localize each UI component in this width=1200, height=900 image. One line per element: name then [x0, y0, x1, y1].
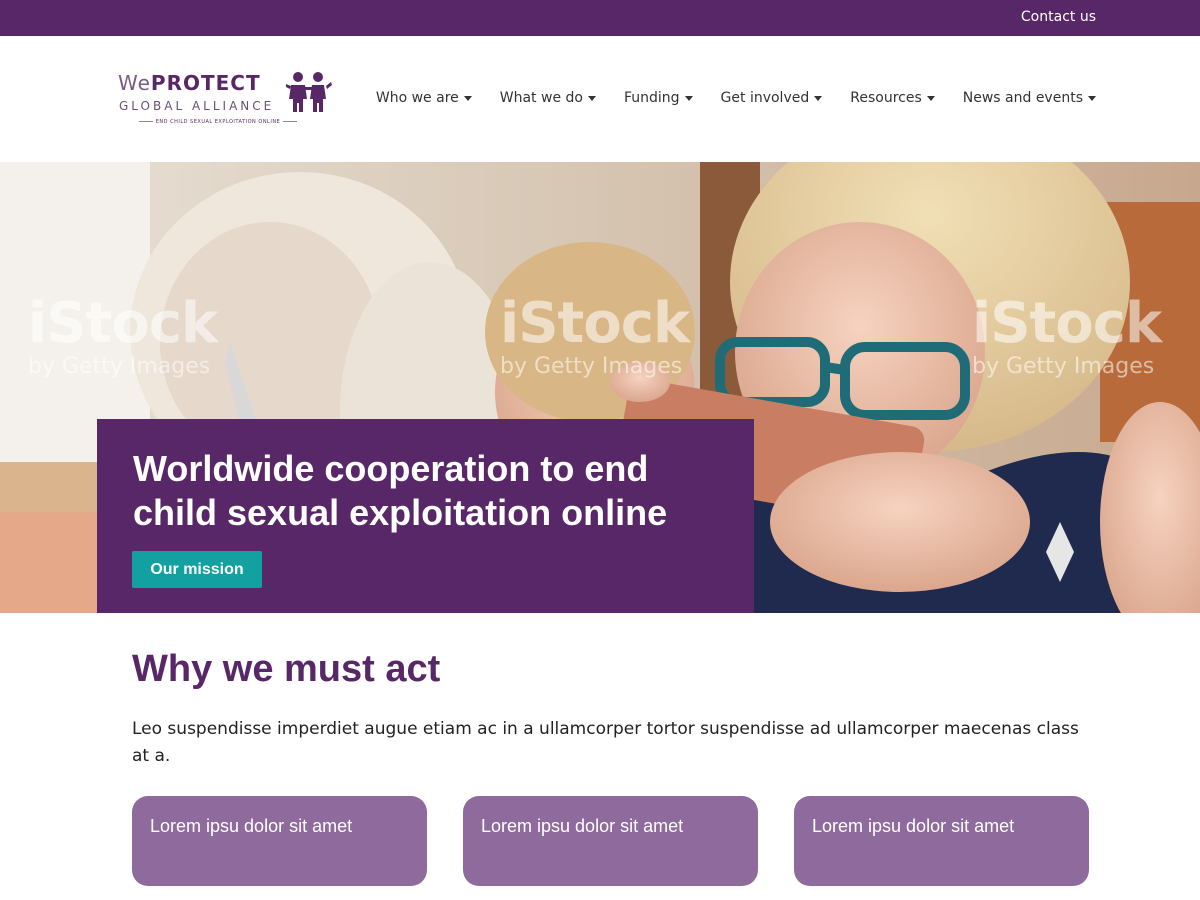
watermark-right: iStock by Getty Images	[972, 291, 1162, 380]
logo-protect: PROTECT	[150, 71, 261, 95]
nav-resources[interactable]: Resources	[850, 90, 935, 106]
top-bar: Contact us	[0, 0, 1200, 36]
watermark-sub: by Getty Images	[500, 354, 683, 379]
main-nav: Who we are What we do Funding Get involv…	[348, 90, 1096, 106]
watermark-brand: iStock	[28, 291, 218, 356]
watermark-sub: by Getty Images	[972, 354, 1155, 379]
card-2[interactable]: Lorem ipsu dolor sit amet	[463, 796, 758, 886]
nav-news-and-events[interactable]: News and events	[963, 90, 1096, 106]
watermark-brand: iStock	[972, 291, 1162, 356]
caret-down-icon	[587, 95, 596, 101]
children-figures-icon	[286, 72, 332, 112]
watermark-left: iStock by Getty Images	[28, 291, 218, 380]
card-row: Lorem ipsu dolor sit amet Lorem ipsu dol…	[132, 796, 1089, 886]
hero-title: Worldwide cooperation to end child sexua…	[133, 448, 668, 533]
logo-wordmark: WePROTECT	[118, 71, 261, 95]
caret-down-icon	[1088, 95, 1096, 101]
nav-label: Resources	[850, 90, 922, 106]
section-body-text: Leo suspendisse imperdiet augue etiam ac…	[132, 719, 1079, 766]
nav-get-involved[interactable]: Get involved	[721, 90, 823, 106]
nav-label: What we do	[499, 90, 583, 106]
card-label: Lorem ipsu dolor sit amet	[481, 816, 684, 836]
nav-what-we-do[interactable]: What we do	[500, 90, 596, 106]
nav-label: Funding	[623, 90, 680, 106]
contact-us-link[interactable]: Contact us	[1021, 9, 1096, 25]
card-3[interactable]: Lorem ipsu dolor sit amet	[794, 796, 1089, 886]
site-header: WePROTECT GLOBAL ALLIANCE END CHILD SEXU…	[0, 36, 1200, 162]
watermark-brand: iStock	[500, 291, 690, 356]
watermark-center: iStock by Getty Images	[500, 291, 690, 380]
card-label: Lorem ipsu dolor sit amet	[812, 816, 1015, 836]
hero-callout: Worldwide cooperation to end child sexua…	[97, 419, 754, 613]
nav-label: Who we are	[375, 90, 459, 106]
logo-subtitle: GLOBAL ALLIANCE	[119, 99, 275, 113]
nav-who-we-are[interactable]: Who we are	[376, 90, 472, 106]
hero-banner: iStock by Getty Images iStock by Getty I…	[0, 162, 1200, 613]
caret-down-icon	[463, 95, 472, 101]
logo-we: We	[118, 71, 151, 95]
nav-label: News and events	[962, 90, 1083, 106]
section-title: Why we must act	[132, 648, 441, 690]
caret-down-icon	[814, 95, 823, 101]
logo-tagline: END CHILD SEXUAL EXPLOITATION ONLINE	[118, 119, 318, 125]
watermark-sub: by Getty Images	[28, 354, 211, 379]
weprotect-logo[interactable]: WePROTECT GLOBAL ALLIANCE END CHILD SEXU…	[118, 71, 333, 129]
card-1[interactable]: Lorem ipsu dolor sit amet	[132, 796, 427, 886]
our-mission-button[interactable]: Our mission	[132, 551, 262, 588]
nav-label: Get involved	[720, 90, 810, 106]
card-label: Lorem ipsu dolor sit amet	[150, 816, 353, 836]
nav-funding[interactable]: Funding	[624, 90, 693, 106]
caret-down-icon	[684, 95, 693, 101]
caret-down-icon	[926, 95, 935, 101]
